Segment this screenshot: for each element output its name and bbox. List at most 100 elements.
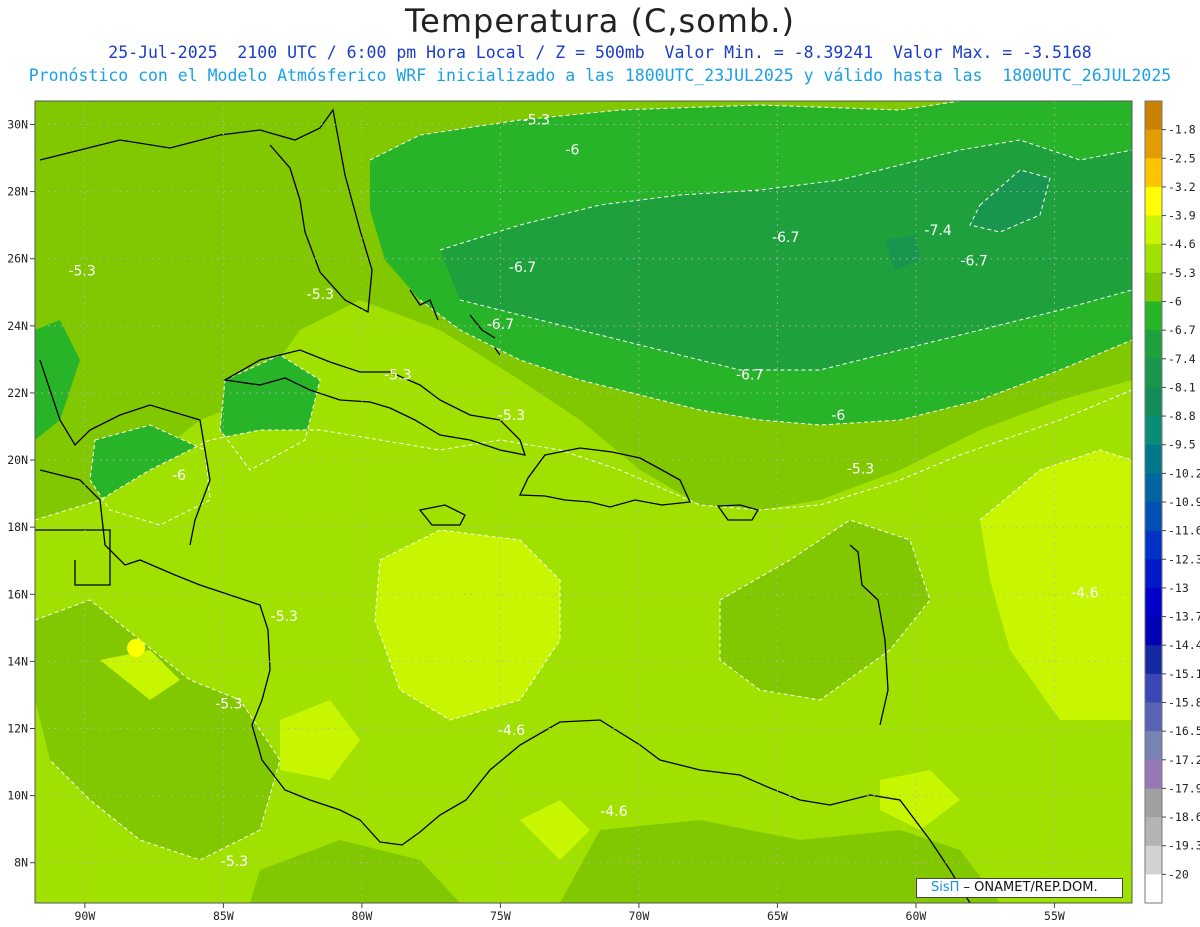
contour-label: -6 (831, 408, 845, 424)
lat-label: 26N (7, 252, 28, 266)
credit-text: – ONAMET/REP.DOM. (959, 880, 1098, 895)
contour-label: -4.6 (498, 723, 525, 739)
colorbar-swatch (1145, 330, 1162, 360)
lon-label: 75W (490, 909, 511, 923)
colorbar-swatch (1145, 731, 1162, 761)
colorbar-label: -4.6 (1168, 237, 1196, 251)
colorbar-swatch (1145, 272, 1162, 302)
colorbar-label: -11.6 (1168, 524, 1200, 538)
contour-label: -5.3 (215, 696, 242, 712)
contour-label: -5.3 (384, 368, 411, 384)
lat-label: 14N (7, 654, 28, 668)
colorbar-label: -20 (1168, 867, 1189, 881)
colorbar-label: -10.9 (1168, 495, 1200, 509)
colorbar-label: -18.6 (1168, 810, 1200, 824)
colorbar-swatch (1145, 874, 1162, 904)
colorbar-swatch (1145, 502, 1162, 532)
colorbar-label: -5.3 (1168, 266, 1196, 280)
colorbar-swatch (1145, 301, 1162, 331)
brand-logo: SisΠ (931, 880, 960, 895)
colorbar-label: -13 (1168, 581, 1189, 595)
colorbar-swatch (1145, 559, 1162, 589)
credit-box: SisΠ – ONAMET/REP.DOM. (916, 878, 1123, 898)
colorbar-swatch (1145, 587, 1162, 618)
lat-label: 30N (7, 117, 28, 131)
colorbar-swatch (1145, 759, 1162, 789)
contour-label: -6.7 (487, 317, 514, 333)
colorbar-swatch (1145, 129, 1162, 159)
lat-label: 12N (7, 722, 28, 736)
colorbar-label: -10.2 (1168, 466, 1200, 480)
colorbar-label: -16.5 (1168, 724, 1200, 738)
colorbar-swatch (1145, 444, 1162, 474)
lon-label: 80W (351, 909, 372, 923)
colorbar-swatch (1145, 702, 1162, 732)
contour-label: -6.7 (772, 230, 799, 246)
colorbar-swatch (1145, 616, 1162, 646)
colorbar-label: -8.8 (1168, 409, 1196, 423)
contour-label: -5.3 (847, 461, 874, 477)
lat-label: 10N (7, 789, 28, 803)
colorbar-swatch (1145, 416, 1162, 446)
contour-label: -7.4 (924, 223, 951, 239)
colorbar-swatch (1145, 817, 1162, 847)
contour-label: -5.3 (498, 408, 525, 424)
lon-label: 60W (906, 909, 927, 923)
contour-label: -5.3 (523, 112, 550, 128)
colorbar-label: -13.7 (1168, 610, 1200, 624)
contour-label: -4.6 (600, 804, 627, 820)
colorbar-swatch (1145, 673, 1162, 703)
colorbar-label: -19.3 (1168, 839, 1200, 853)
contour-label: -5.3 (221, 854, 248, 870)
lon-label: 55W (1044, 909, 1065, 923)
lon-label: 90W (74, 909, 95, 923)
contour-label: -5.3 (307, 287, 334, 303)
colorbar: -1.8 -2.5 -3.2 -3.9 -4.6 -5.3 -6 -6.7 -7.4 -8.1 -8… (1144, 100, 1200, 904)
colorbar-swatch (1145, 244, 1162, 274)
contour-label: -6.7 (509, 260, 536, 276)
colorbar-swatch (1145, 358, 1162, 388)
colorbar-swatch (1145, 788, 1162, 818)
colorbar-label: -6.7 (1168, 323, 1196, 337)
colorbar-label: -9.5 (1168, 438, 1196, 452)
colorbar-label: -3.2 (1168, 180, 1196, 194)
contour-label: -6 (565, 143, 579, 159)
colorbar-swatch (1145, 387, 1162, 417)
contour-label: -5.3 (271, 609, 298, 625)
colorbar-label: -8.1 (1168, 380, 1196, 394)
colorbar-label: -2.5 (1168, 151, 1196, 165)
colorbar-label: -12.3 (1168, 552, 1200, 566)
colorbar-swatch (1145, 158, 1162, 188)
colorbar-label: -17.2 (1168, 753, 1200, 767)
lat-label: 24N (7, 319, 28, 333)
colorbar-label: -1.8 (1168, 123, 1196, 137)
colorbar-swatch (1145, 473, 1162, 503)
lon-label: 70W (629, 909, 650, 923)
temperature-map: 30N 28N 26N 24N 22N 20N 18N 16N 14N 12N 10N 8N 90W 85… (7, 100, 1200, 923)
colorbar-label: -15.1 (1168, 667, 1200, 681)
colorbar-label: -3.9 (1168, 209, 1196, 223)
contour-label: -5.3 (68, 263, 95, 279)
colorbar-label: -7.4 (1168, 352, 1196, 366)
colorbar-swatch (1145, 845, 1162, 875)
colorbar-swatch (1145, 186, 1162, 217)
colorbar-label: -15.8 (1168, 696, 1200, 710)
lon-label: 65W (767, 909, 788, 923)
colorbar-label: -14.4 (1168, 638, 1200, 652)
contour-label: -6.7 (960, 253, 987, 269)
colorbar-swatch (1145, 530, 1162, 560)
lat-label: 16N (7, 587, 28, 601)
lat-label: 8N (14, 856, 28, 870)
contour-label: -4.6 (1071, 586, 1098, 602)
lat-label: 20N (7, 453, 28, 467)
lat-label: 18N (7, 520, 28, 534)
lat-label: 22N (7, 386, 28, 400)
colorbar-swatch (1145, 101, 1162, 131)
colorbar-label: -17.9 (1168, 781, 1200, 795)
lon-label: 85W (213, 909, 234, 923)
colorbar-swatch (1145, 215, 1162, 245)
contour-label: -6 (172, 468, 186, 484)
lat-label: 28N (7, 185, 28, 199)
colorbar-swatch (1145, 645, 1162, 675)
colorbar-label: -6 (1168, 295, 1182, 309)
